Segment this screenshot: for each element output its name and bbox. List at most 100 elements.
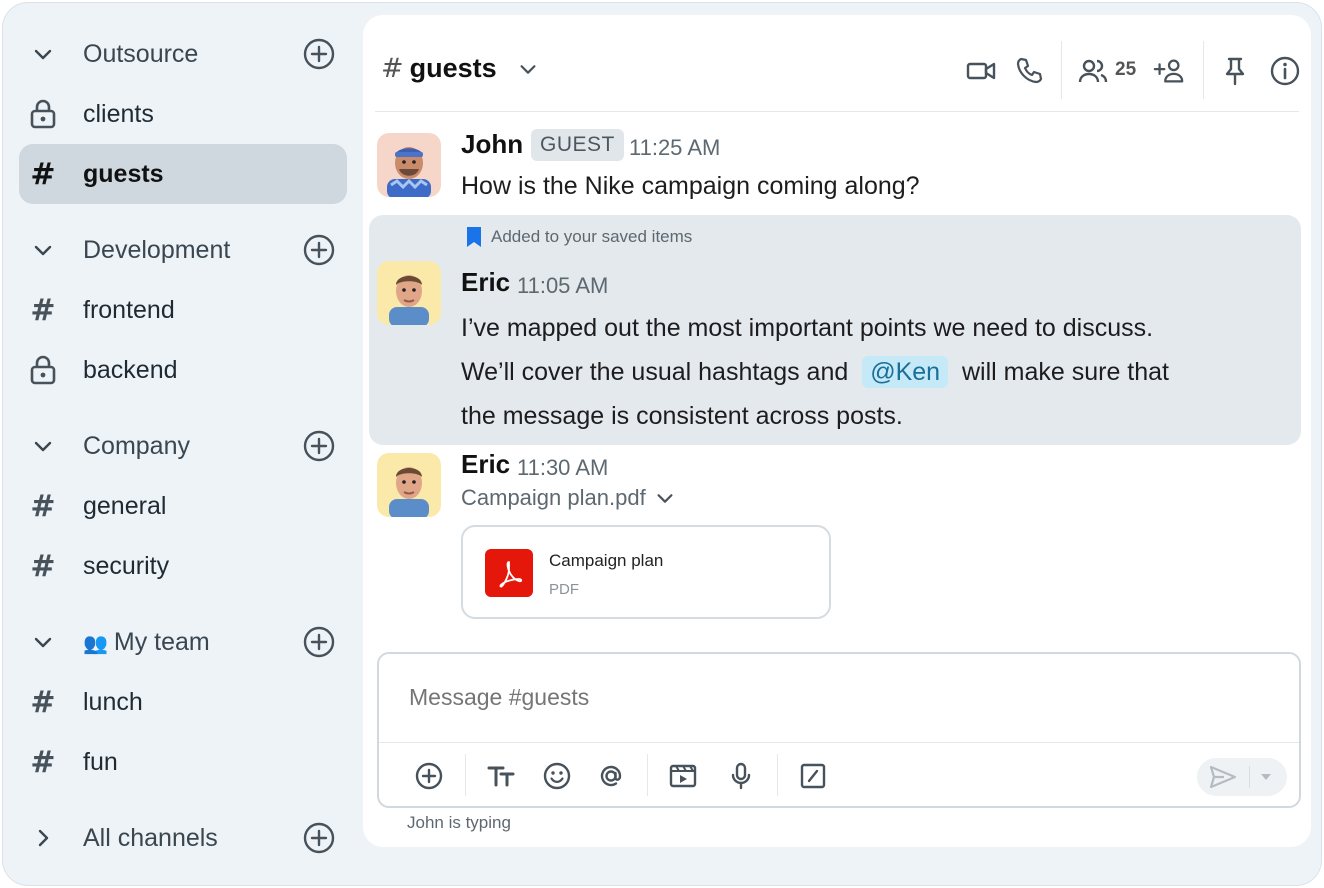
slash-command-icon[interactable] — [797, 760, 829, 792]
sidebar-item-lunch[interactable]: # lunch — [19, 672, 347, 732]
channel-header: # guests 25 — [363, 15, 1311, 112]
hash-icon: # — [30, 292, 56, 328]
send-divider — [1249, 766, 1250, 788]
video-call-icon[interactable] — [965, 55, 997, 87]
saved-note-text: Added to your saved items — [491, 227, 693, 246]
saved-note: Added to your saved items — [465, 225, 692, 249]
add-channel-icon[interactable] — [303, 626, 335, 658]
member-count[interactable]: 25 — [1115, 59, 1136, 81]
sidebar-item-frontend[interactable]: # frontend — [19, 280, 347, 340]
sidebar-item-fun[interactable]: # fun — [19, 732, 347, 792]
phone-icon[interactable] — [1013, 55, 1045, 87]
header-bottom-border — [375, 111, 1299, 112]
group-label-text: My team — [113, 627, 210, 656]
chevron-down-icon — [657, 494, 673, 503]
group-label: Outsource — [83, 39, 199, 68]
group-company[interactable]: Company — [19, 416, 347, 476]
video-clip-icon[interactable] — [667, 760, 699, 792]
add-channel-icon[interactable] — [303, 234, 335, 266]
message-input[interactable] — [409, 684, 1109, 711]
header-divider — [1203, 41, 1204, 99]
sidebar-item-backend[interactable]: backend — [19, 340, 347, 400]
file-name: Campaign plan.pdf — [461, 485, 646, 510]
text-format-icon[interactable] — [485, 760, 517, 792]
add-channel-icon[interactable] — [303, 38, 335, 70]
sidebar-item-general[interactable]: # general — [19, 476, 347, 536]
pin-icon[interactable] — [1219, 55, 1251, 87]
sidebar-item-clients[interactable]: clients — [19, 84, 347, 144]
caret-down-icon[interactable] — [1259, 771, 1273, 783]
avatar-eric[interactable] — [377, 261, 441, 325]
sidebar-item-label: guests — [83, 159, 164, 188]
hash-icon: # — [30, 548, 56, 584]
plus-circle-icon[interactable] — [413, 760, 445, 792]
group-label: Company — [83, 431, 190, 460]
add-channel-icon[interactable] — [303, 430, 335, 462]
chevron-down-icon — [19, 24, 67, 84]
message-time: 11:25 AM — [629, 135, 721, 160]
sidebar-item-label: lunch — [83, 687, 143, 716]
avatar-john[interactable] — [377, 133, 441, 197]
add-member-icon[interactable] — [1153, 55, 1185, 87]
app-window: Outsource clients # guests Development #… — [2, 2, 1322, 886]
send-button[interactable] — [1197, 758, 1287, 796]
file-attachment-card[interactable]: Campaign plan PDF — [461, 525, 831, 619]
hash-icon: # — [30, 488, 56, 524]
message-text-line-1: I’ve mapped out the most important point… — [461, 314, 1154, 342]
pdf-icon — [485, 549, 533, 597]
emoji-icon[interactable] — [541, 760, 573, 792]
info-icon[interactable] — [1269, 55, 1301, 87]
message-sender[interactable]: Eric — [461, 267, 510, 298]
hash-icon: # — [381, 53, 404, 84]
sidebar-item-label: fun — [83, 747, 118, 776]
microphone-icon[interactable] — [725, 760, 757, 792]
header-divider — [1061, 41, 1062, 99]
chevron-down-icon[interactable] — [517, 58, 539, 80]
group-my-team[interactable]: 👥 My team — [19, 612, 347, 672]
sidebar-item-label: frontend — [83, 295, 175, 324]
sidebar-item-label: security — [83, 551, 170, 580]
sidebar-item-label: general — [83, 491, 167, 520]
group-outsource[interactable]: Outsource — [19, 24, 347, 84]
message-time: 11:05 AM — [517, 273, 609, 298]
hash-icon: # — [30, 684, 56, 720]
hash-icon: # — [30, 744, 56, 780]
file-title: Campaign plan — [549, 551, 664, 570]
group-development[interactable]: Development — [19, 220, 347, 280]
message-text-line-2: We’ll cover the usual hashtags and @Ken … — [461, 350, 1169, 394]
message-sender[interactable]: John — [461, 129, 523, 160]
channel-title[interactable]: # guests — [381, 53, 539, 84]
avatar-eric[interactable] — [377, 453, 441, 517]
add-channel-icon[interactable] — [303, 822, 335, 854]
toolbar-divider — [465, 754, 466, 796]
group-label: 👥 My team — [83, 628, 210, 657]
all-channels-label: All channels — [83, 823, 218, 852]
bookmark-icon — [467, 227, 481, 247]
file-type: PDF — [549, 581, 579, 598]
message-text: How is the Nike campaign coming along? — [461, 172, 920, 200]
chevron-down-icon — [19, 612, 67, 672]
sidebar-item-label: clients — [83, 99, 154, 128]
sidebar: Outsource clients # guests Development #… — [3, 3, 361, 885]
message-sender[interactable]: Eric — [461, 449, 510, 480]
file-name-toggle[interactable]: Campaign plan.pdf — [461, 485, 676, 511]
members-icon[interactable] — [1077, 55, 1109, 87]
sidebar-item-security[interactable]: # security — [19, 536, 347, 596]
text-segment: will make sure that — [961, 358, 1169, 386]
mention-icon[interactable] — [595, 760, 627, 792]
hash-icon: # — [30, 156, 56, 192]
team-emoji: 👥 — [83, 632, 108, 655]
chevron-down-icon — [19, 220, 67, 280]
typing-indicator: John is typing — [407, 813, 511, 832]
sidebar-item-label: backend — [83, 355, 178, 384]
lock-icon — [19, 84, 67, 144]
mention-ken[interactable]: @Ken — [862, 356, 949, 388]
group-label: Development — [83, 235, 231, 264]
channel-panel: # guests 25 John GUEST 11:25 AM How is t… — [363, 15, 1311, 847]
sidebar-item-guests[interactable]: # guests — [19, 144, 347, 204]
all-channels[interactable]: All channels — [19, 808, 347, 868]
guest-badge: GUEST — [531, 129, 624, 161]
message-time: 11:30 AM — [517, 455, 609, 480]
composer-divider — [379, 742, 1299, 743]
text-segment: We’ll cover the usual hashtags and — [461, 358, 849, 386]
